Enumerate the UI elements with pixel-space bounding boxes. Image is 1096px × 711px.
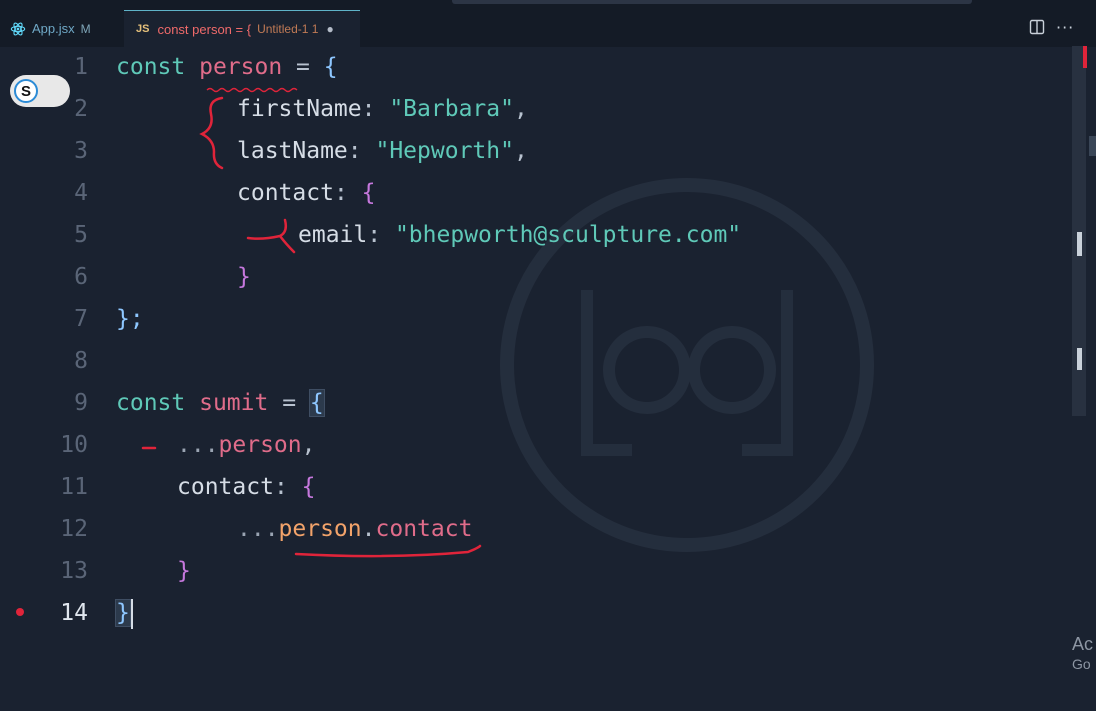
code-line: 7 }; bbox=[0, 298, 1072, 340]
activate-windows-text: Ac Go bbox=[1072, 634, 1094, 672]
code-editor[interactable]: 1 const person = { 2 firstName: "Barbara… bbox=[0, 46, 1072, 676]
text-cursor bbox=[130, 598, 133, 629]
code-text: ...person, bbox=[177, 432, 316, 458]
code-line: 1 const person = { bbox=[0, 46, 1072, 88]
line-number: 3 bbox=[74, 138, 88, 164]
tab-untitled-1[interactable]: JS const person = { Untitled-1 1 ● bbox=[124, 10, 360, 47]
error-marker bbox=[1083, 46, 1087, 68]
code-text: } bbox=[115, 592, 133, 634]
code-line: 12 ...person.contact bbox=[0, 508, 1072, 550]
line-number: 9 bbox=[74, 390, 88, 416]
code-line: 13 } bbox=[0, 550, 1072, 592]
line-number: 1 bbox=[74, 54, 88, 80]
code-text: email: "bhepworth@sculpture.com" bbox=[298, 222, 742, 248]
matched-brace: { bbox=[308, 389, 325, 417]
line-number: 12 bbox=[60, 516, 88, 542]
matched-brace: } bbox=[115, 599, 131, 627]
code-line: 4 contact: { bbox=[0, 172, 1072, 214]
code-line: 14 } bbox=[0, 592, 1072, 634]
code-line: 8 bbox=[0, 340, 1072, 382]
line-number: 7 bbox=[74, 306, 88, 332]
tab-app-jsx[interactable]: App.jsx M bbox=[0, 10, 122, 47]
code-text: const person = { bbox=[116, 54, 338, 80]
line-number: 10 bbox=[60, 432, 88, 458]
line-number: 5 bbox=[74, 222, 88, 248]
code-text: contact: { bbox=[177, 474, 316, 500]
code-text: const sumit = { bbox=[116, 389, 325, 417]
line-number: 4 bbox=[74, 180, 88, 206]
more-actions-icon[interactable]: ··· bbox=[1056, 18, 1074, 37]
code-line: 9 const sumit = { bbox=[0, 382, 1072, 424]
breakpoint-icon[interactable] bbox=[16, 608, 24, 616]
code-line: 11 contact: { bbox=[0, 466, 1072, 508]
scroll-marker bbox=[1077, 232, 1082, 256]
react-icon bbox=[10, 22, 26, 35]
code-line: 10 ...person, bbox=[0, 424, 1072, 466]
code-text: } bbox=[237, 264, 251, 290]
code-text: } bbox=[177, 558, 191, 584]
code-text: contact: { bbox=[237, 180, 376, 206]
code-line: 3 lastName: "Hepworth", bbox=[0, 130, 1072, 172]
modified-badge: M bbox=[80, 21, 91, 36]
scroll-thumb[interactable] bbox=[1077, 348, 1082, 370]
tab-bar: App.jsx M JS const person = { Untitled-1… bbox=[0, 0, 1096, 47]
line-number: 11 bbox=[60, 474, 88, 500]
title-scrollbar[interactable] bbox=[452, 0, 972, 4]
code-text: ...person.contact bbox=[237, 516, 473, 542]
line-number: 14 bbox=[60, 600, 88, 626]
line-number: 2 bbox=[74, 96, 88, 122]
js-file-icon: JS bbox=[136, 23, 150, 35]
tab-label: const person = { bbox=[157, 21, 252, 37]
code-line: 5 email: "bhepworth@sculpture.com" bbox=[0, 214, 1072, 256]
unsaved-dot-icon[interactable]: ● bbox=[326, 22, 333, 36]
tab-detail: Untitled-1 1 bbox=[257, 22, 319, 36]
code-text: }; bbox=[116, 306, 144, 332]
code-text: lastName: "Hepworth", bbox=[237, 138, 528, 164]
line-number: 8 bbox=[74, 348, 88, 374]
overview-marker bbox=[1089, 136, 1096, 156]
code-text: firstName: "Barbara", bbox=[237, 96, 528, 122]
split-editor-icon[interactable] bbox=[1029, 19, 1045, 35]
code-line: 6 } bbox=[0, 256, 1072, 298]
line-number: 6 bbox=[74, 264, 88, 290]
tab-label: App.jsx bbox=[32, 21, 75, 36]
line-number: 13 bbox=[60, 558, 88, 584]
code-line: 2 firstName: "Barbara", bbox=[0, 88, 1072, 130]
